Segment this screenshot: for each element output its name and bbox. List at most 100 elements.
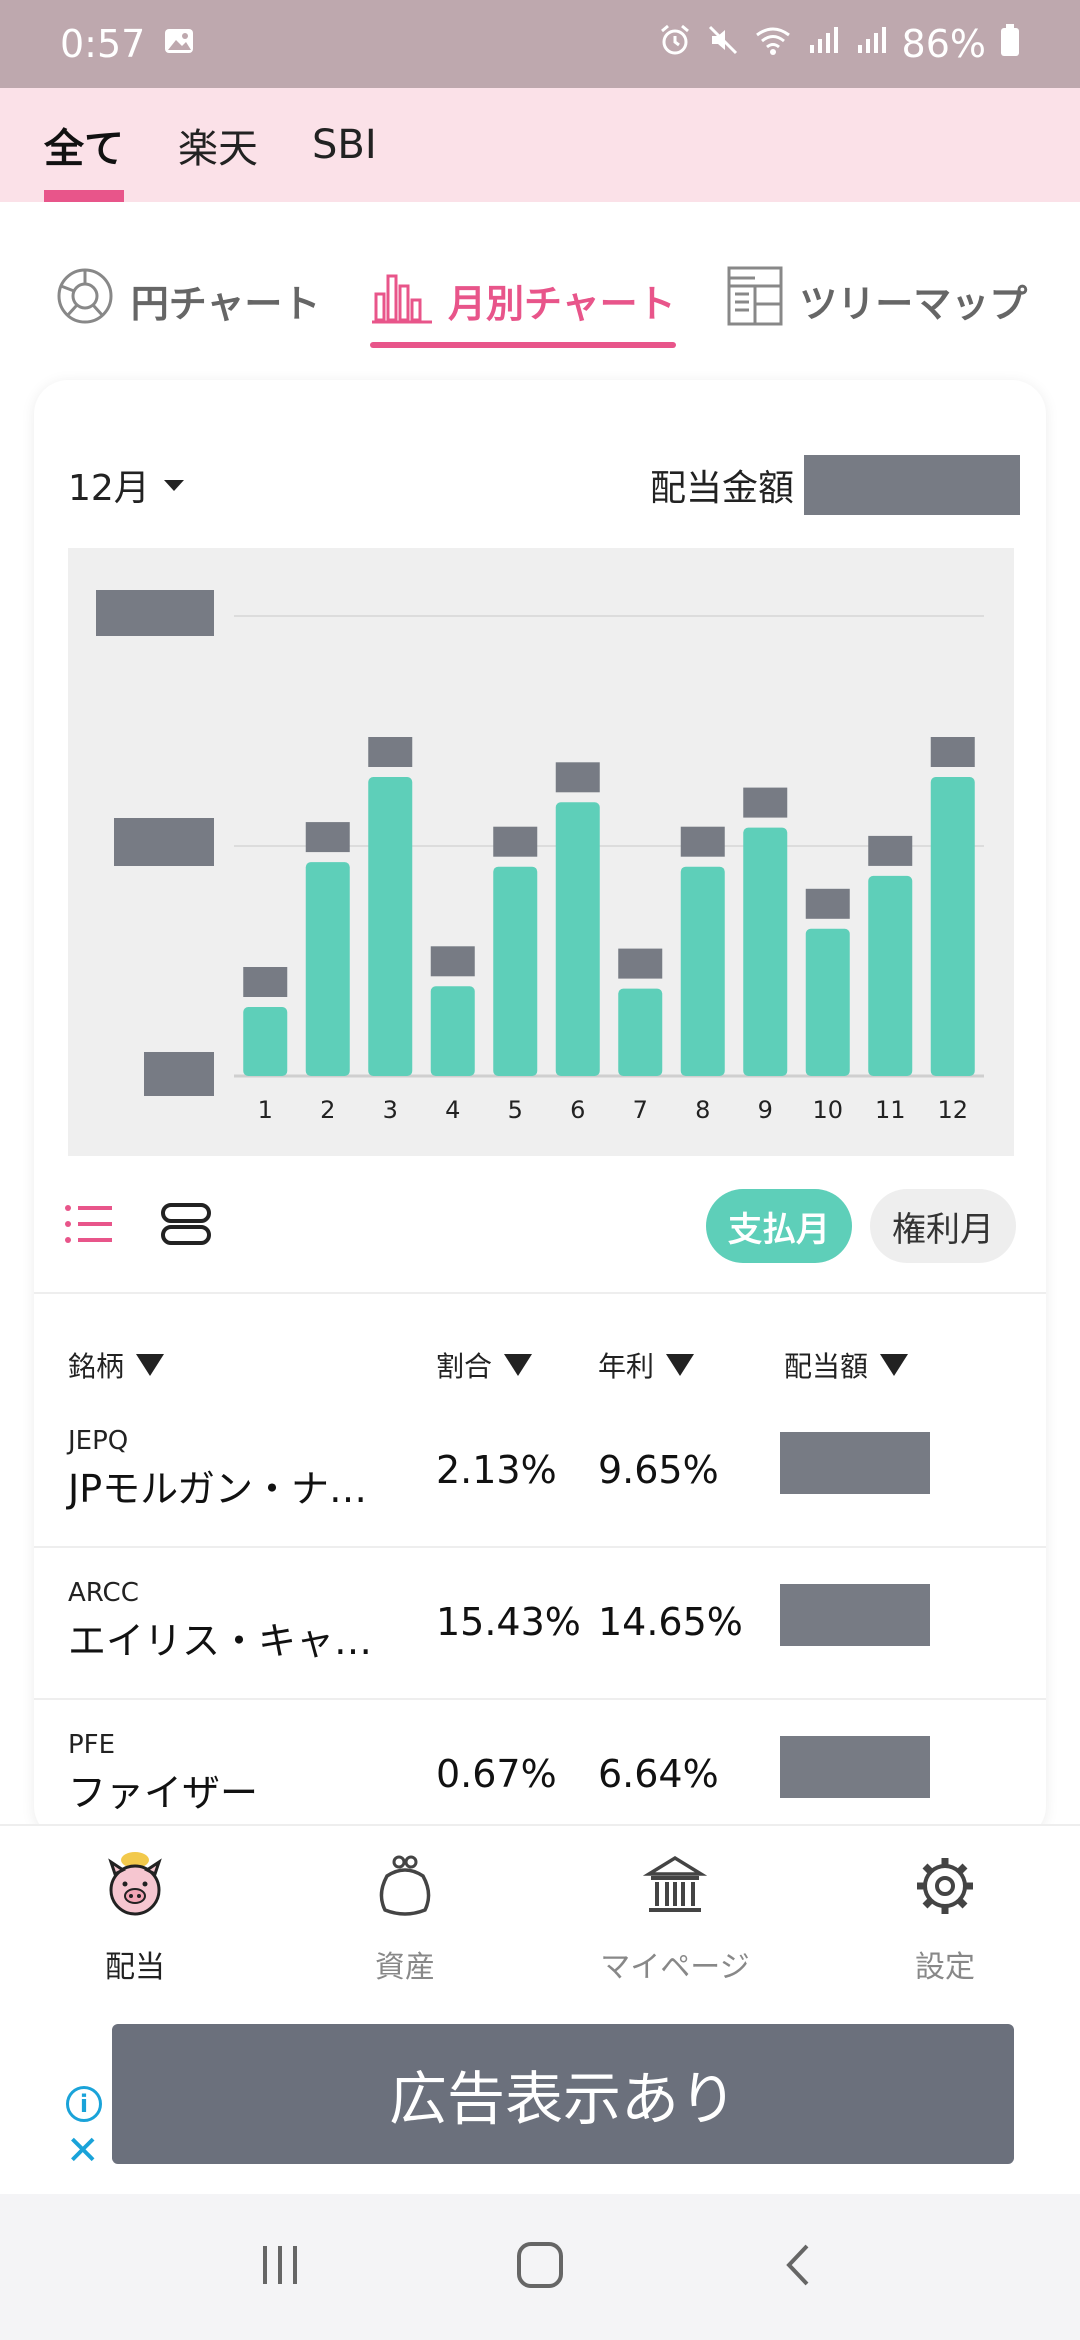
chart-x-tick-label: 5: [508, 1096, 523, 1124]
row-ratio: 2.13%: [436, 1448, 557, 1492]
recent-apps-icon[interactable]: [255, 2240, 305, 2294]
chart-x-tick-label: 11: [875, 1096, 906, 1124]
record-month-pill[interactable]: 権利月: [870, 1189, 1016, 1263]
yield-header-label: 年利: [598, 1350, 655, 1383]
dropdown-caret-icon: [163, 479, 184, 491]
pig-icon: [103, 1850, 167, 1930]
ad-area: i ✕ 広告表示あり: [0, 2004, 1080, 2194]
tab-rakuten[interactable]: 楽天: [178, 88, 258, 202]
sort-stock-header[interactable]: 銘柄: [68, 1340, 165, 1390]
redacted-bar-value-label: [430, 946, 475, 977]
chart-bar: [618, 988, 663, 1076]
sort-triangle-icon: [666, 1354, 695, 1376]
back-icon[interactable]: [775, 2240, 825, 2294]
tab-treemap-label: ツリーマップ: [799, 281, 1028, 326]
nav-dividend[interactable]: 配当: [0, 1826, 270, 2000]
nav-mypage[interactable]: マイページ: [540, 1826, 810, 2000]
chart-type-tabs: 円チャート 月別チャート ツリーマップ: [0, 250, 1080, 350]
chart-bar: [680, 866, 725, 1076]
ad-close-icon[interactable]: ✕: [66, 2128, 100, 2174]
chart-bar: [243, 1007, 288, 1076]
redacted-dividend: [780, 1432, 930, 1494]
ad-banner[interactable]: 広告表示あり: [112, 2024, 1014, 2164]
wifi-icon: [754, 22, 792, 66]
redacted-dividend: [780, 1584, 930, 1646]
redacted-bar-value-label: [868, 835, 913, 866]
sort-triangle-icon: [880, 1354, 909, 1376]
chart-x-tick-label: 12: [937, 1096, 968, 1124]
table-row[interactable]: PFE ファイザー 0.67% 6.64%: [34, 1700, 1046, 1840]
status-bar: 0:57 86%: [0, 0, 1080, 88]
tab-monthly-chart[interactable]: 月別チャート: [369, 252, 676, 348]
dividend-amount: 配当金額: [650, 455, 1020, 515]
row-ratio: 15.43%: [436, 1600, 581, 1644]
tab-all-label: 全て: [44, 126, 124, 172]
sort-triangle-icon: [504, 1354, 533, 1376]
redacted-bar-value-label: [305, 822, 350, 853]
status-time: 0:57: [60, 22, 146, 66]
gear-icon: [913, 1850, 977, 1930]
chart-x-tick-label: 3: [383, 1096, 398, 1124]
list-view-icon[interactable]: [64, 1202, 114, 1250]
nav-assets[interactable]: 資産: [270, 1826, 540, 2000]
table-row[interactable]: ARCC エイリス・キャ… 15.43% 14.65%: [34, 1548, 1046, 1700]
tab-treemap[interactable]: ツリーマップ: [725, 252, 1027, 348]
month-dropdown[interactable]: 12月: [68, 459, 184, 511]
redacted-y-axis-label: [144, 1052, 214, 1096]
redacted-bar-value-label: [368, 737, 413, 767]
broker-tabs: 全て 楽天 SBI: [0, 88, 1080, 202]
battery-percent: 86%: [901, 22, 986, 66]
monthly-bar-chart: 1 2 3 4 5 6 7 8 9 10 11 12: [68, 548, 1014, 1156]
ad-info-icon[interactable]: i: [66, 2086, 102, 2122]
row-ticker: JEPQ: [68, 1426, 129, 1456]
bank-icon: [642, 1850, 708, 1930]
alarm-icon: [658, 22, 692, 66]
redacted-bar-value-label: [618, 948, 663, 979]
month-dropdown-label: 12月: [68, 468, 150, 509]
nav-settings[interactable]: 設定: [810, 1826, 1080, 2000]
table-header: 銘柄 割合 年利 配当額: [34, 1340, 1046, 1390]
treemap-icon: [725, 264, 785, 337]
tab-rakuten-label: 楽天: [178, 126, 258, 172]
redacted-bar-value-label: [243, 967, 288, 997]
tab-all[interactable]: 全て: [44, 88, 124, 202]
chart-x-tick-label: 2: [320, 1096, 335, 1124]
redacted-y-axis-label: [114, 818, 214, 866]
row-yield: 9.65%: [598, 1448, 719, 1492]
nav-dividend-label: 配当: [105, 1950, 165, 1985]
chart-x-tick-label: 7: [633, 1096, 648, 1124]
table-row[interactable]: JEPQ JPモルガン・ナ… 2.13% 9.65%: [34, 1396, 1046, 1548]
chart-x-tick-label: 8: [695, 1096, 710, 1124]
nav-assets-label: 資産: [375, 1950, 435, 1985]
sort-yield-header[interactable]: 年利: [598, 1340, 695, 1390]
bar-chart-icon: [370, 264, 434, 337]
redacted-y-axis-label: [96, 590, 214, 636]
system-nav-bar: [0, 2194, 1080, 2340]
mute-icon: [706, 22, 740, 66]
sort-ratio-header[interactable]: 割合: [436, 1340, 533, 1390]
tab-sbi[interactable]: SBI: [312, 88, 377, 202]
bottom-nav: 配当 資産 マイページ 設定: [0, 1824, 1080, 2000]
chart-bar: [930, 777, 975, 1076]
redacted-amount: [804, 455, 1020, 515]
row-name: ファイザー: [68, 1771, 259, 1815]
redacted-bar-value-label: [680, 826, 725, 857]
dividend-amount-label: 配当金額: [649, 468, 794, 509]
home-icon[interactable]: [515, 2240, 565, 2294]
signal-icon-1: [806, 22, 840, 66]
divider: [34, 1292, 1046, 1294]
chart-bar: [493, 866, 538, 1076]
redacted-bar-value-label: [805, 888, 850, 919]
payment-month-label: 支払月: [728, 1209, 830, 1250]
sort-dividend-header[interactable]: 配当額: [784, 1340, 909, 1390]
redacted-dividend: [780, 1736, 930, 1798]
sort-triangle-icon: [136, 1354, 165, 1376]
payment-month-pill[interactable]: 支払月: [706, 1189, 852, 1263]
card-view-icon[interactable]: [160, 1202, 212, 1250]
record-month-label: 権利月: [892, 1209, 994, 1250]
signal-icon-2: [854, 22, 888, 66]
row-yield: 14.65%: [598, 1600, 743, 1644]
chart-bar: [805, 928, 850, 1076]
tab-pie-chart[interactable]: 円チャート: [53, 252, 320, 348]
row-name: エイリス・キャ…: [68, 1619, 373, 1663]
